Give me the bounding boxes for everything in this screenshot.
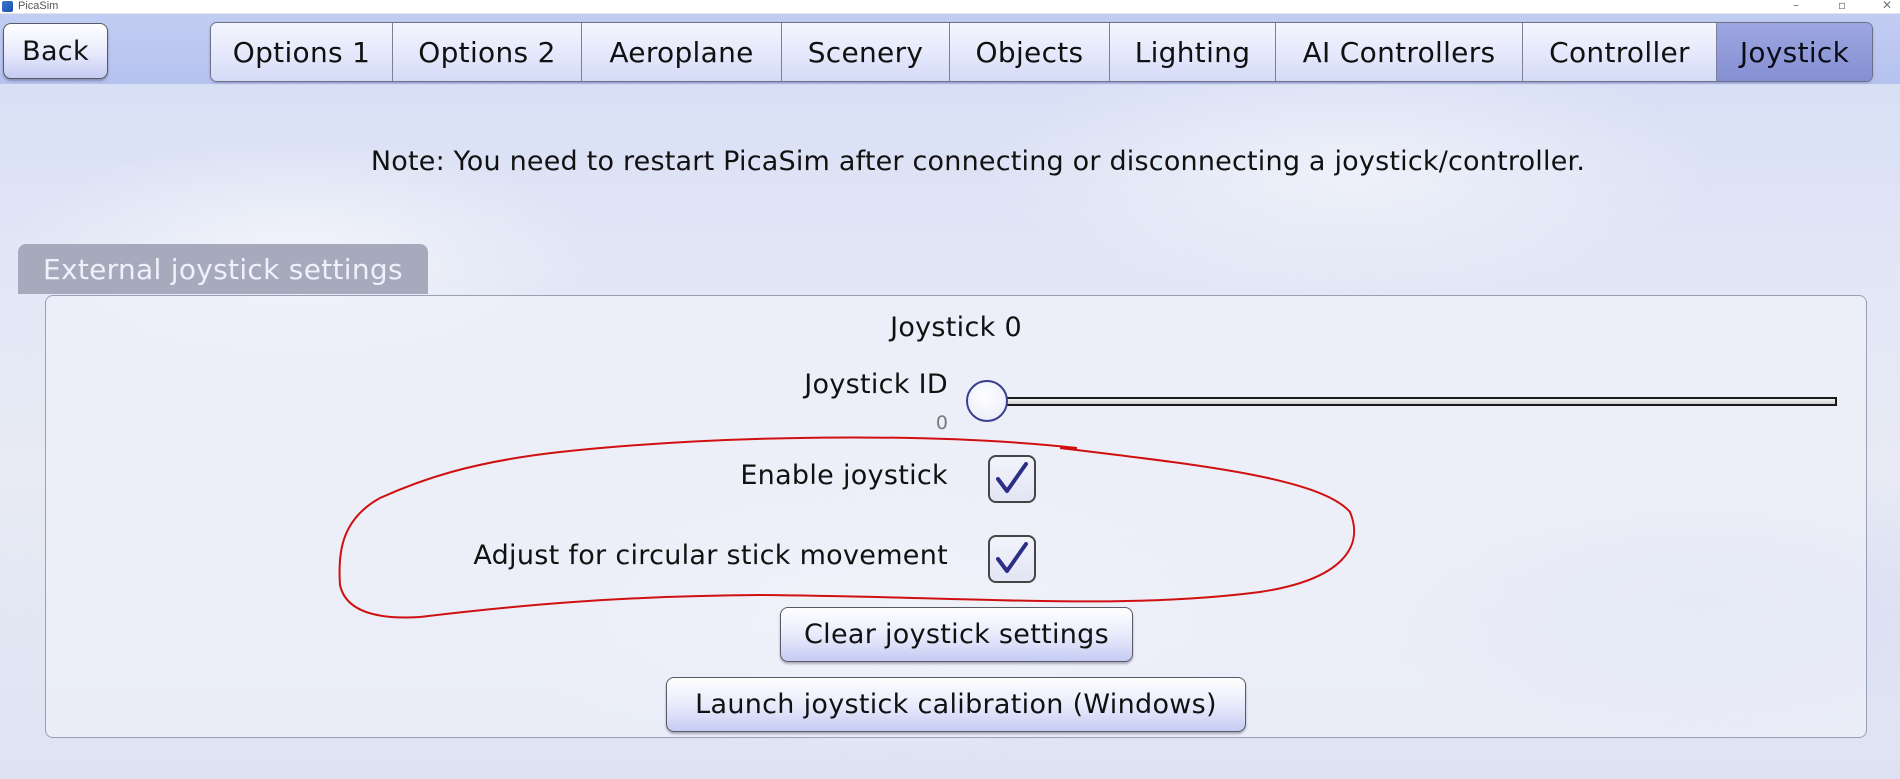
enable-joystick-checkbox[interactable] (988, 455, 1036, 503)
tab-options-1[interactable]: Options 1 (211, 23, 392, 81)
circular-movement-checkbox[interactable] (988, 535, 1036, 583)
tab-strip: Options 1 Options 2 Aeroplane Scenery Ob… (210, 22, 1873, 82)
checkmark-icon (996, 542, 1028, 573)
joystick-id-value: 0 (935, 412, 948, 434)
circular-movement-label: Adjust for circular stick movement (473, 540, 948, 571)
tab-aeroplane[interactable]: Aeroplane (581, 23, 781, 81)
clear-joystick-settings-button[interactable]: Clear joystick settings (780, 607, 1133, 662)
back-button[interactable]: Back (3, 23, 108, 79)
checkmark-icon (996, 462, 1028, 493)
tab-options-2[interactable]: Options 2 (392, 23, 581, 81)
joystick-id-slider-track[interactable] (1000, 397, 1837, 406)
tab-objects[interactable]: Objects (949, 23, 1109, 81)
tab-scenery[interactable]: Scenery (781, 23, 949, 81)
close-icon[interactable]: ✕ (1882, 0, 1892, 12)
window-title: PicaSim (18, 0, 59, 12)
tab-controller[interactable]: Controller (1522, 23, 1716, 81)
restart-note: Note: You need to restart PicaSim after … (370, 146, 1586, 177)
joystick-settings-panel (45, 295, 1867, 738)
tab-ai-controllers[interactable]: AI Controllers (1275, 23, 1522, 81)
picasim-icon (2, 1, 13, 12)
launch-calibration-button[interactable]: Launch joystick calibration (Windows) (666, 677, 1246, 732)
maximize-icon[interactable]: ▫ (1838, 0, 1846, 12)
minimize-icon[interactable]: – (1793, 0, 1799, 12)
tab-lighting[interactable]: Lighting (1109, 23, 1275, 81)
joystick-id-slider-handle[interactable] (966, 380, 1008, 422)
window-titlebar: PicaSim – ▫ ✕ (0, 0, 1900, 14)
section-title: External joystick settings (18, 244, 428, 294)
joystick-id-label: Joystick ID (804, 369, 948, 400)
tab-joystick[interactable]: Joystick (1716, 23, 1872, 81)
enable-joystick-label: Enable joystick (740, 460, 948, 491)
joystick-heading: Joystick 0 (890, 312, 1022, 343)
